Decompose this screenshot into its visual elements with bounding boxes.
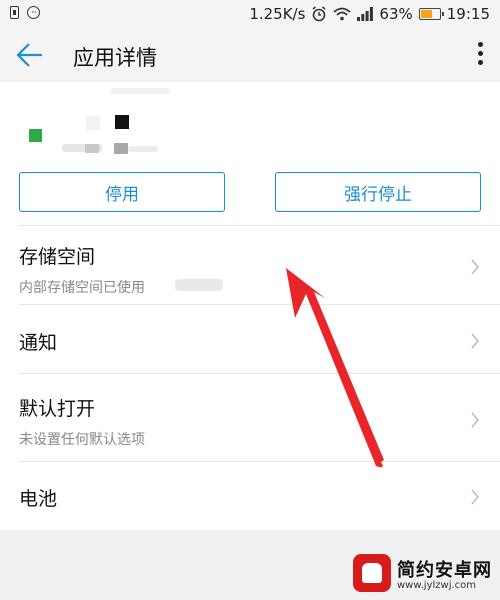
annotation-arrow xyxy=(286,268,384,468)
watermark: 简约安卓网 www.jylzwj.com xyxy=(353,554,492,592)
android-logo-icon xyxy=(353,554,391,592)
watermark-url: www.jylzwj.com xyxy=(397,579,477,591)
watermark-name: 简约安卓网 xyxy=(397,559,492,581)
